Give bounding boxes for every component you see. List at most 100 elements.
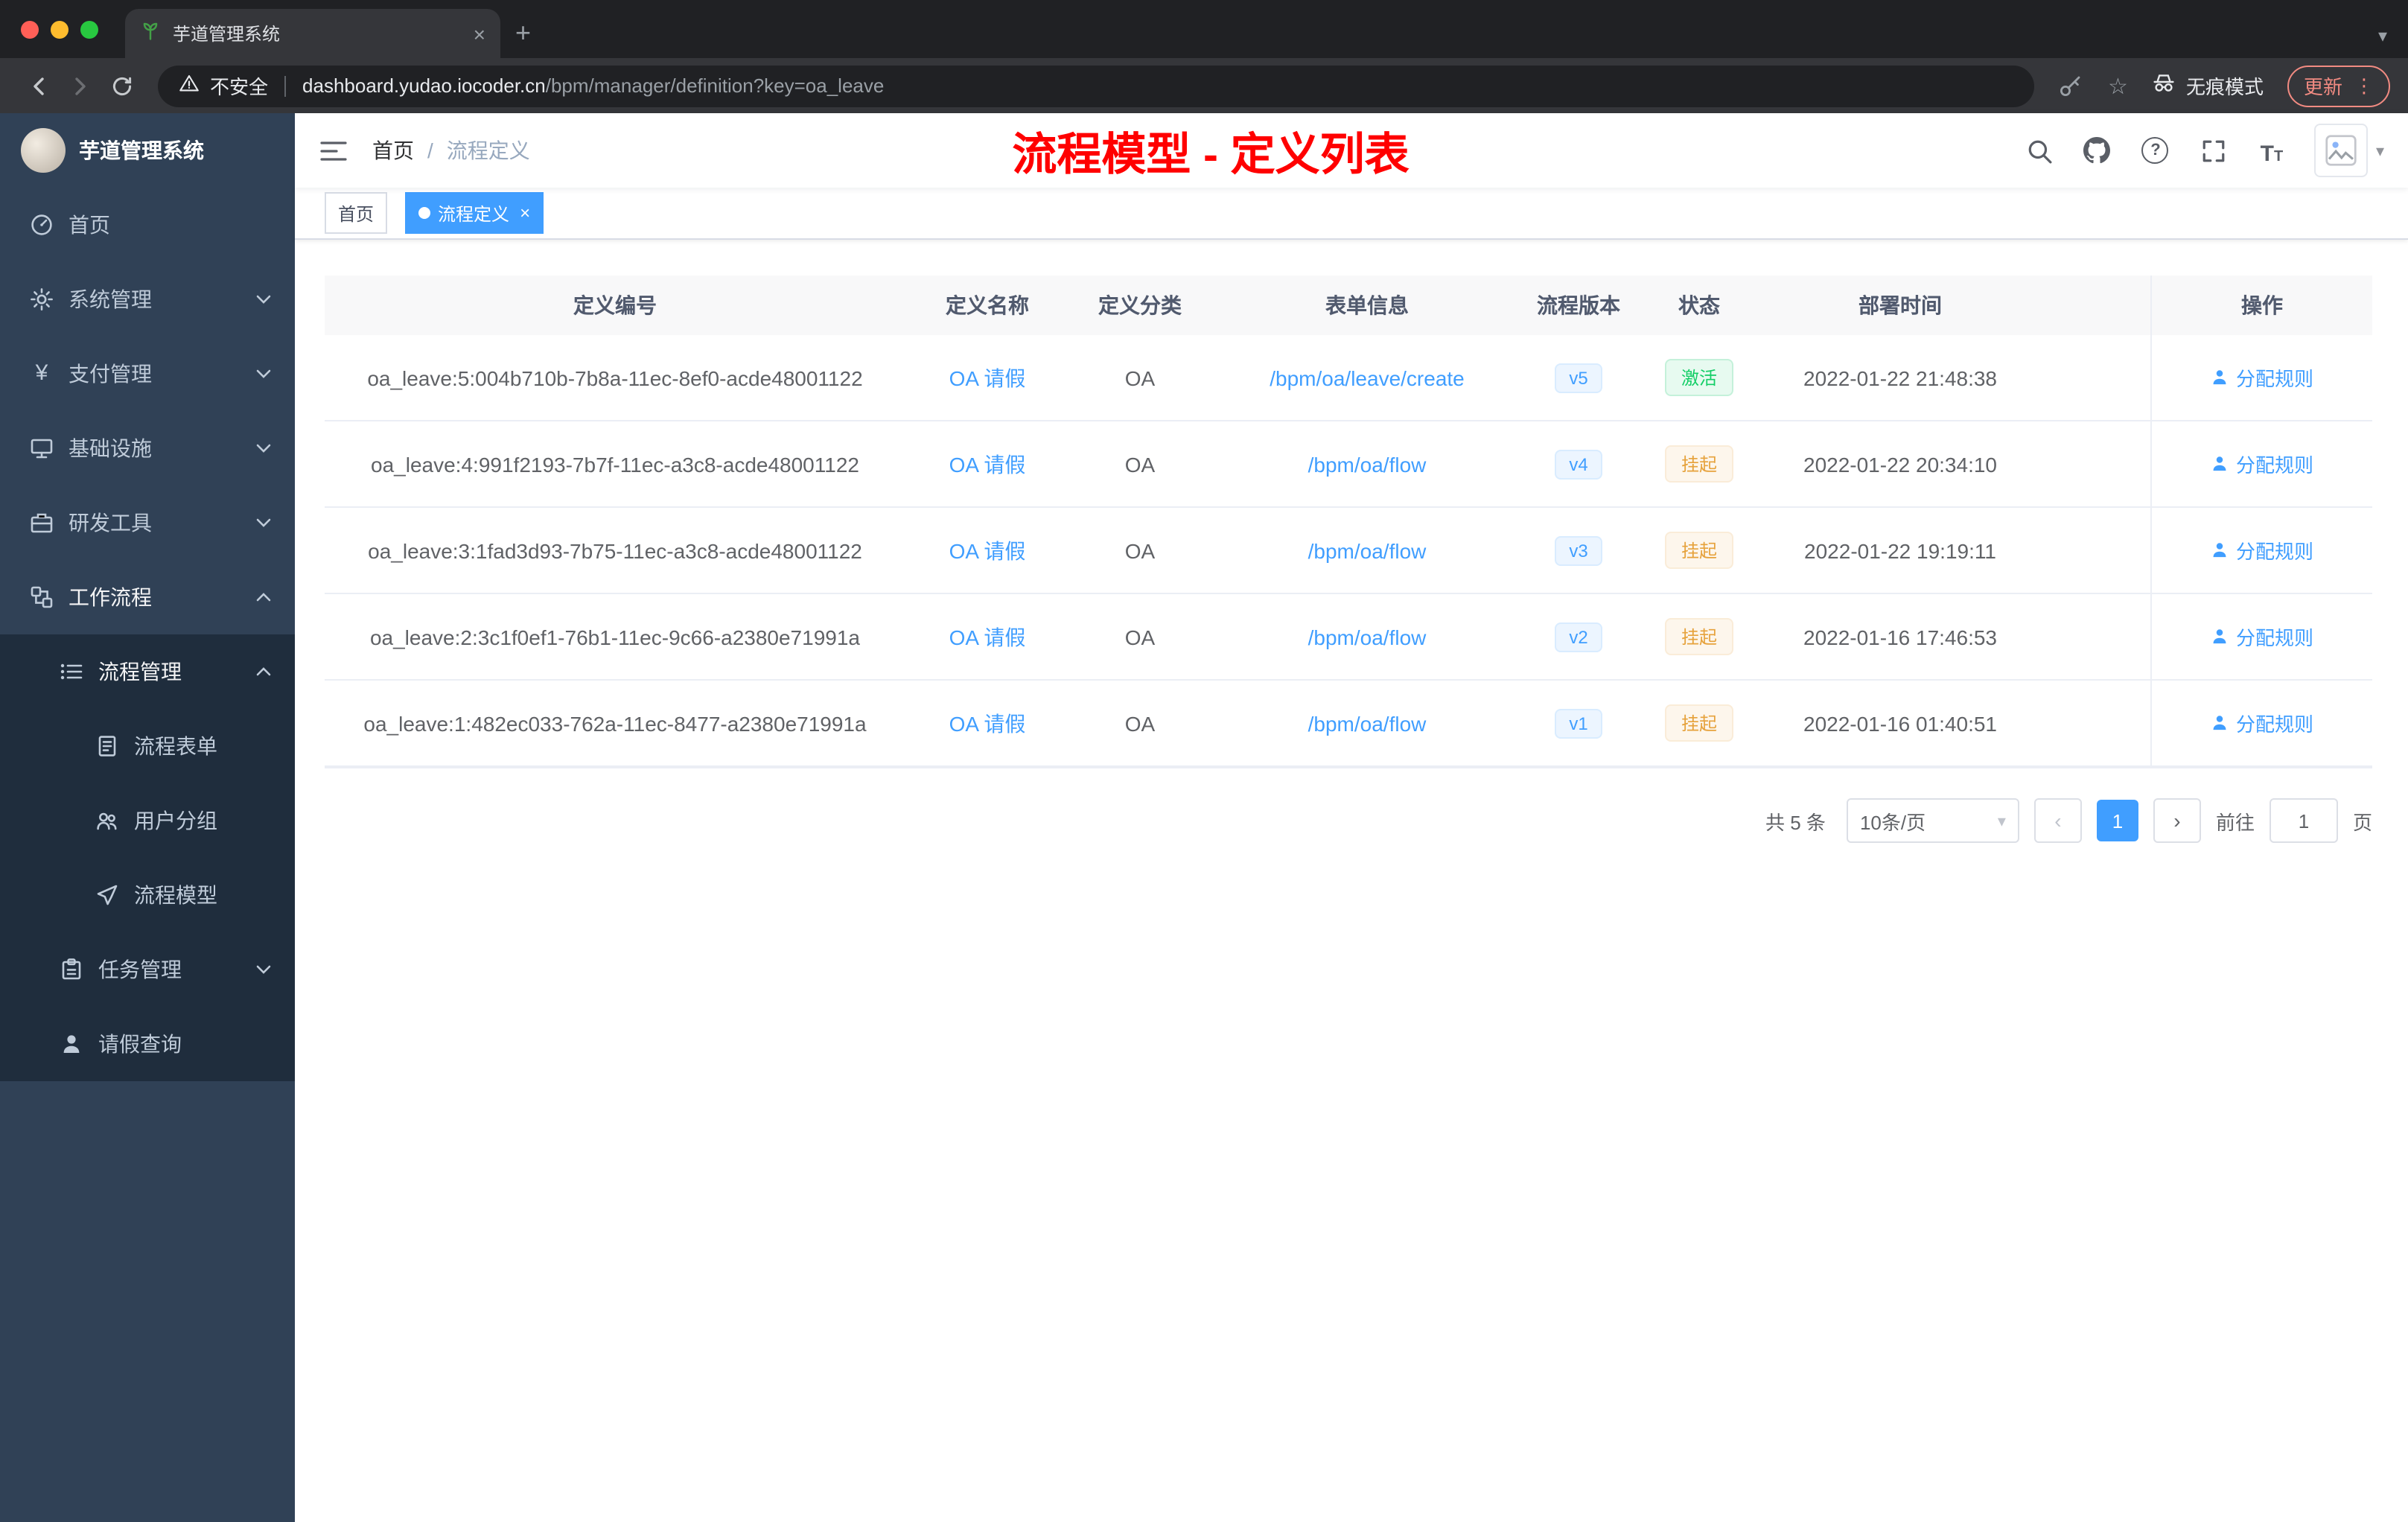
fullscreen-icon[interactable] <box>2199 136 2229 165</box>
goto-page-input[interactable] <box>2269 798 2338 843</box>
row-spacer <box>2036 421 2150 506</box>
sidebar-item-process-model[interactable]: 流程模型 <box>0 858 295 932</box>
form-info-link[interactable]: /bpm/oa/leave/create <box>1270 366 1465 389</box>
search-icon[interactable] <box>2025 136 2054 165</box>
sidebar-item-system[interactable]: 系统管理 <box>0 262 295 337</box>
sidebar-item-devtools[interactable]: 研发工具 <box>0 485 295 560</box>
form-info-link[interactable]: /bpm/oa/flow <box>1308 452 1427 476</box>
version-badge: v3 <box>1554 535 1603 565</box>
sidebar-item-label: 流程管理 <box>98 660 182 684</box>
back-icon[interactable] <box>18 65 60 106</box>
form-info-link[interactable]: /bpm/oa/flow <box>1308 538 1427 562</box>
tags-bar: 首页 流程定义 × <box>295 188 2408 240</box>
dashboard-icon <box>30 213 54 237</box>
app-frame: 芋道管理系统 首页 系统管理 ¥ 支付管理 基础设施 研发工具 工作流程 流程管… <box>0 113 2408 1522</box>
form-info-link[interactable]: /bpm/oa/flow <box>1308 711 1427 735</box>
breadcrumb-separator: / <box>427 138 433 162</box>
sidebar: 芋道管理系统 首页 系统管理 ¥ 支付管理 基础设施 研发工具 工作流程 流程管… <box>0 113 295 1522</box>
sidebar-item-leave-query[interactable]: 请假查询 <box>0 1007 295 1081</box>
sidebar-item-infrastructure[interactable]: 基础设施 <box>0 411 295 485</box>
header-status: 状态 <box>1678 293 1720 317</box>
yen-icon: ¥ <box>35 360 48 386</box>
sidebar-item-workflow[interactable]: 工作流程 <box>0 560 295 634</box>
row-spacer <box>2036 681 2150 765</box>
person-icon <box>60 1032 83 1056</box>
new-tab-button[interactable]: + <box>515 18 531 49</box>
sidebar-item-home[interactable]: 首页 <box>0 188 295 262</box>
assign-rule-link[interactable]: 分配规则 <box>2211 709 2313 737</box>
window-zoom-button[interactable] <box>80 20 98 38</box>
monitor-icon <box>30 436 54 460</box>
sidebar-item-payment[interactable]: ¥ 支付管理 <box>0 337 295 411</box>
navbar-actions: ? TT ▾ <box>2025 124 2384 177</box>
goto-label: 前往 <box>2215 811 2255 833</box>
page-unit-label: 页 <box>2352 811 2372 833</box>
reload-icon[interactable] <box>101 65 143 106</box>
url-bar[interactable]: 不安全 dashboard.yudao.iocoder.cn/bpm/manag… <box>158 65 2034 106</box>
hamburger-icon[interactable] <box>319 136 348 165</box>
next-page-button[interactable]: › <box>2153 798 2201 843</box>
browser-toolbar: 不安全 dashboard.yudao.iocoder.cn/bpm/manag… <box>0 58 2408 113</box>
tab-close-icon[interactable]: × <box>474 22 485 45</box>
version-badge: v4 <box>1554 449 1603 479</box>
font-size-icon[interactable]: TT <box>2257 136 2287 165</box>
chevron-down-icon: ▾ <box>1997 812 2006 830</box>
forward-icon[interactable] <box>60 65 101 106</box>
table-row: oa_leave:5:004b710b-7b8a-11ec-8ef0-acde4… <box>325 335 2372 421</box>
definition-id: oa_leave:1:482ec033-762a-11ec-8477-a2380… <box>363 711 867 735</box>
sidebar-item-process-management[interactable]: 流程管理 <box>0 634 295 709</box>
definition-name-link[interactable]: OA 请假 <box>949 535 1026 565</box>
assign-rule-link[interactable]: 分配规则 <box>2211 536 2313 564</box>
document-icon <box>95 734 119 758</box>
sidebar-item-task-management[interactable]: 任务管理 <box>0 932 295 1007</box>
table-header-row: 定义编号 定义名称 定义分类 表单信息 流程版本 状态 部署时间 操作 <box>325 276 2372 335</box>
main-area: 首页 / 流程定义 流程模型 - 定义列表 ? T T ▾ 首页 流程定义 × … <box>295 113 2408 1522</box>
sidebar-item-label: 系统管理 <box>69 287 152 311</box>
user-menu[interactable]: ▾ <box>2314 124 2384 177</box>
toolbox-icon <box>30 511 54 535</box>
caret-down-icon[interactable]: ▾ <box>2376 141 2384 160</box>
page-size-select[interactable]: 10条/页 ▾ <box>1846 798 2019 843</box>
github-icon[interactable] <box>2083 136 2112 165</box>
definition-name-link[interactable]: OA 请假 <box>949 449 1026 479</box>
definition-category: OA <box>1124 452 1156 476</box>
sidebar-item-label: 基础设施 <box>69 436 152 460</box>
window-close-button[interactable] <box>21 20 39 38</box>
definition-id: oa_leave:3:1fad3d93-7b75-11ec-a3c8-acde4… <box>368 538 862 562</box>
definition-name-link[interactable]: OA 请假 <box>949 363 1026 392</box>
tag-label: 流程定义 <box>438 203 510 224</box>
bookmark-star-icon[interactable]: ☆ <box>2108 72 2128 99</box>
prev-page-button[interactable]: ‹ <box>2033 798 2082 843</box>
toolbar-right: ☆ 无痕模式 更新 ⋮ <box>2048 65 2390 106</box>
browser-tab[interactable]: 芋道管理系统 × <box>125 9 500 58</box>
sidebar-item-user-group[interactable]: 用户分组 <box>0 783 295 858</box>
breadcrumb-home[interactable]: 首页 <box>372 136 414 165</box>
sidebar-item-process-form[interactable]: 流程表单 <box>0 709 295 783</box>
row-spacer <box>2036 508 2150 593</box>
definition-name-link[interactable]: OA 请假 <box>949 622 1026 652</box>
tab-favicon-icon <box>140 21 161 46</box>
row-spacer <box>2036 594 2150 679</box>
page-annotation: 流程模型 - 定义列表 <box>1012 131 1410 180</box>
form-info-link[interactable]: /bpm/oa/flow <box>1308 625 1427 649</box>
window-minimize-button[interactable] <box>51 20 69 38</box>
sidebar-item-label: 支付管理 <box>69 362 152 386</box>
password-key-icon[interactable] <box>2048 65 2090 106</box>
assign-rule-link[interactable]: 分配规则 <box>2211 450 2313 478</box>
tag-close-icon[interactable]: × <box>520 204 530 222</box>
sidebar-item-label: 流程表单 <box>134 734 217 758</box>
help-icon[interactable]: ? <box>2141 136 2170 165</box>
version-badge: v5 <box>1554 363 1603 392</box>
update-button[interactable]: 更新 ⋮ <box>2287 65 2390 106</box>
browser-menu-icon[interactable]: ⋮ <box>2354 74 2374 98</box>
tag-process-definition[interactable]: 流程定义 × <box>405 192 544 234</box>
tag-home[interactable]: 首页 <box>325 192 388 234</box>
tab-search-icon[interactable]: ▾ <box>2378 25 2387 46</box>
tag-label: 首页 <box>338 203 375 224</box>
assign-rule-link[interactable]: 分配规则 <box>2211 623 2313 651</box>
current-page-button[interactable]: 1 <box>2096 800 2138 841</box>
assign-rule-link[interactable]: 分配规则 <box>2211 363 2313 392</box>
avatar[interactable] <box>2314 124 2369 177</box>
app-logo[interactable]: 芋道管理系统 <box>0 113 295 188</box>
definition-name-link[interactable]: OA 请假 <box>949 708 1026 738</box>
